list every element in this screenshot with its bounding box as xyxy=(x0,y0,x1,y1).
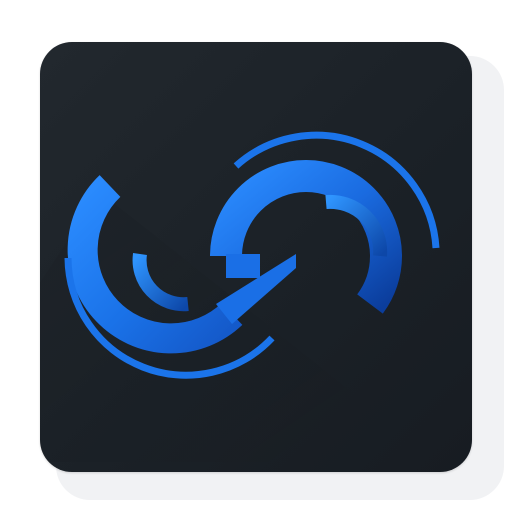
blue-swirl-logo-icon xyxy=(40,131,440,462)
screen xyxy=(0,0,512,512)
app-icon-tile[interactable] xyxy=(40,42,472,472)
right-stem xyxy=(226,254,260,278)
